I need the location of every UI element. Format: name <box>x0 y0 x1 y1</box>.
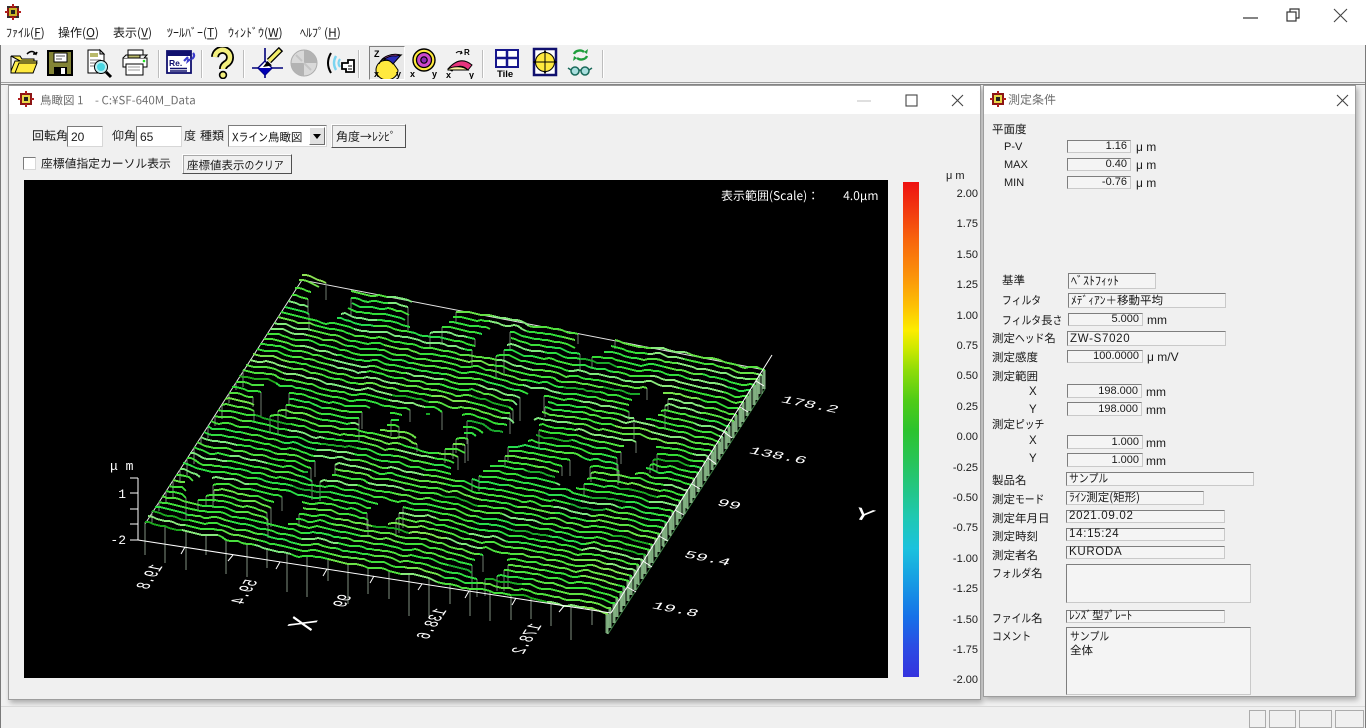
svg-text:59.4: 59.4 <box>227 578 264 606</box>
svg-text:178.2: 178.2 <box>778 394 842 416</box>
svg-text:y: y <box>432 69 437 79</box>
svg-text:Z: Z <box>374 49 380 59</box>
svg-text:y: y <box>396 69 401 79</box>
svg-text:19.8: 19.8 <box>649 600 701 620</box>
svg-text:μ m: μ m <box>110 459 134 474</box>
svg-text:138.6: 138.6 <box>746 445 810 467</box>
svg-text:x: x <box>410 69 415 79</box>
svg-text:19.8: 19.8 <box>132 563 169 591</box>
svg-text:X: X <box>282 614 330 633</box>
svg-text:178.2: 178.2 <box>508 622 548 656</box>
svg-text:-2: -2 <box>110 533 126 548</box>
svg-text:99: 99 <box>714 497 744 513</box>
svg-text:138.6: 138.6 <box>413 607 453 641</box>
svg-text:R: R <box>464 48 470 57</box>
svg-text:x: x <box>446 70 451 79</box>
svg-text:99: 99 <box>329 593 358 609</box>
svg-text:59.4: 59.4 <box>681 549 733 569</box>
svg-text:Y: Y <box>848 504 879 526</box>
svg-text:y: y <box>469 70 474 79</box>
svg-text:x: x <box>374 69 379 79</box>
svg-text:Tile: Tile <box>497 69 513 79</box>
svg-text:Re.: Re. <box>169 58 182 68</box>
svg-text:1: 1 <box>118 487 126 502</box>
